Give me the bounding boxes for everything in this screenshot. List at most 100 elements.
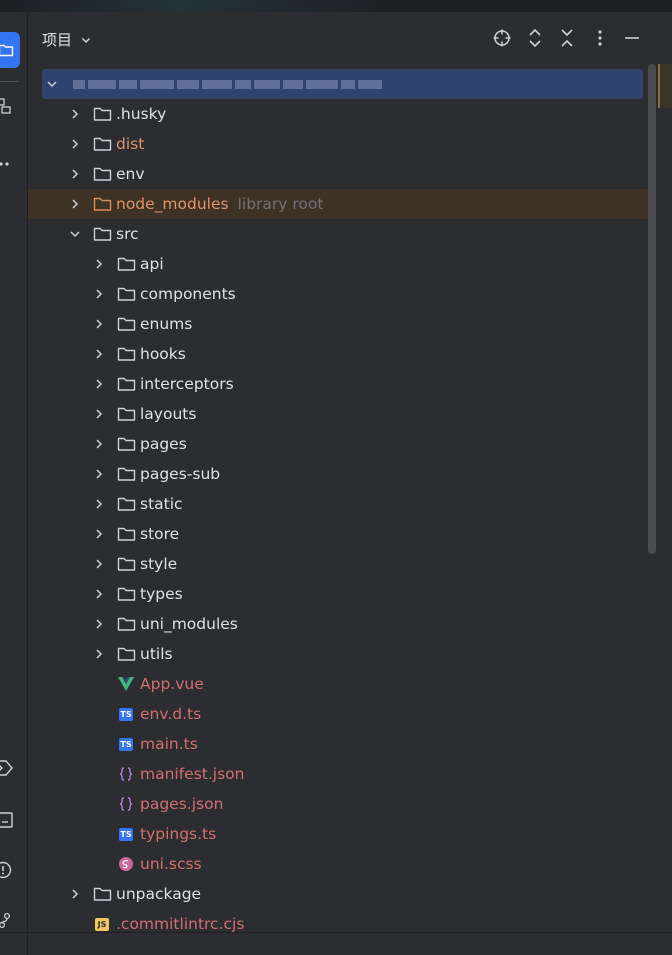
chevron-right-icon[interactable] bbox=[92, 257, 106, 271]
structure-icon[interactable] bbox=[0, 96, 14, 116]
hide-button[interactable] bbox=[620, 26, 644, 50]
chevron-right-icon[interactable] bbox=[68, 887, 82, 901]
tree-folder-row[interactable]: env bbox=[28, 159, 656, 189]
folder-icon bbox=[116, 345, 136, 363]
tree-file-row[interactable]: pages.json bbox=[28, 789, 656, 819]
folder-icon bbox=[116, 285, 136, 303]
tree-folder-row[interactable]: unpackage bbox=[28, 879, 656, 909]
folder-icon bbox=[116, 315, 136, 333]
view-selector[interactable]: 项目 bbox=[42, 29, 92, 50]
chevron-right-icon[interactable] bbox=[92, 317, 106, 331]
sass-file-icon bbox=[116, 855, 136, 873]
problems-icon[interactable] bbox=[0, 860, 14, 880]
chevron-right-icon[interactable] bbox=[68, 107, 82, 121]
chevron-right-icon[interactable] bbox=[92, 647, 106, 661]
tree-file-row[interactable]: App.vue bbox=[28, 669, 656, 699]
chevron-right-icon[interactable] bbox=[92, 287, 106, 301]
tree-folder-row[interactable]: style bbox=[28, 549, 656, 579]
no-chevron-spacer bbox=[92, 797, 116, 811]
tree-file-row[interactable]: manifest.json bbox=[28, 759, 656, 789]
tree-folder-row[interactable]: interceptors bbox=[28, 369, 656, 399]
library-root-hint: library root bbox=[237, 195, 324, 213]
tree-folder-row[interactable]: node_modules library root bbox=[28, 189, 656, 219]
window-top-strip-accent bbox=[0, 0, 400, 12]
vue-file-icon bbox=[116, 675, 136, 693]
tree-item-label: pages-sub bbox=[140, 465, 221, 483]
terminal-icon[interactable] bbox=[0, 810, 14, 830]
tree-folder-row[interactable]: store bbox=[28, 519, 656, 549]
tree-file-row[interactable]: JS .commitlintrc.cjs bbox=[28, 909, 656, 939]
no-chevron-spacer bbox=[92, 827, 116, 841]
tree-folder-row[interactable]: layouts bbox=[28, 399, 656, 429]
chevron-right-icon[interactable] bbox=[92, 527, 106, 541]
chevron-right-icon[interactable] bbox=[92, 377, 106, 391]
options-button[interactable] bbox=[588, 26, 612, 50]
folder-icon bbox=[92, 105, 112, 123]
tree-folder-row[interactable]: .husky bbox=[28, 99, 656, 129]
chevron-right-icon[interactable] bbox=[92, 407, 106, 421]
tree-item-label: types bbox=[140, 585, 183, 603]
scrollbar-thumb[interactable] bbox=[648, 64, 656, 554]
editor-edge-indicator bbox=[658, 64, 672, 108]
chevron-right-icon[interactable] bbox=[92, 347, 106, 361]
no-chevron-spacer bbox=[68, 917, 92, 931]
tree-folder-row[interactable]: utils bbox=[28, 639, 656, 669]
more-tools-icon[interactable] bbox=[0, 154, 14, 174]
tree-item-label: main.ts bbox=[140, 735, 198, 753]
chevron-right-icon[interactable] bbox=[68, 197, 82, 211]
tree-folder-row[interactable]: hooks bbox=[28, 339, 656, 369]
minimize-icon bbox=[625, 37, 639, 39]
tree-root-row[interactable] bbox=[42, 69, 643, 99]
tree-file-row[interactable]: TS main.ts bbox=[28, 729, 656, 759]
tree-folder-row[interactable]: pages bbox=[28, 429, 656, 459]
folder-icon bbox=[116, 585, 136, 603]
tree-folder-row[interactable]: uni_modules bbox=[28, 609, 656, 639]
folder-icon bbox=[116, 435, 136, 453]
tree-file-row[interactable]: TS env.d.ts bbox=[28, 699, 656, 729]
chevron-right-icon[interactable] bbox=[92, 557, 106, 571]
chevron-right-icon[interactable] bbox=[92, 437, 106, 451]
folder-icon bbox=[116, 465, 136, 483]
chevron-down-icon[interactable] bbox=[45, 77, 59, 91]
json-file-icon bbox=[116, 765, 136, 783]
folder-icon bbox=[92, 225, 112, 243]
tree-folder-row[interactable]: api bbox=[28, 249, 656, 279]
chevron-right-icon[interactable] bbox=[92, 617, 106, 631]
tree-file-row[interactable]: uni.scss bbox=[28, 849, 656, 879]
tree-folder-row[interactable]: src bbox=[28, 219, 656, 249]
folder-icon bbox=[92, 885, 112, 903]
git-icon[interactable] bbox=[0, 910, 14, 930]
chevron-right-icon[interactable] bbox=[92, 587, 106, 601]
collapse-all-button[interactable] bbox=[555, 26, 579, 50]
tree-folder-row[interactable]: enums bbox=[28, 309, 656, 339]
folder-icon bbox=[92, 135, 112, 153]
chevron-down-icon[interactable] bbox=[68, 227, 82, 241]
tree-folder-row[interactable]: static bbox=[28, 489, 656, 519]
tree-file-row[interactable]: TS typings.ts bbox=[28, 819, 656, 849]
tree-item-label: hooks bbox=[140, 345, 186, 363]
chevron-right-icon[interactable] bbox=[92, 497, 106, 511]
tree-folder-row[interactable]: pages-sub bbox=[28, 459, 656, 489]
json-file-icon bbox=[116, 795, 136, 813]
expand-all-button[interactable] bbox=[523, 26, 547, 50]
tree-item-label: env bbox=[116, 165, 145, 183]
services-icon[interactable] bbox=[0, 758, 14, 778]
no-chevron-spacer bbox=[92, 857, 116, 871]
folder-icon bbox=[0, 44, 14, 57]
folder-icon bbox=[116, 525, 136, 543]
folder-icon bbox=[116, 495, 136, 513]
tree-folder-row[interactable]: components bbox=[28, 279, 656, 309]
expand-collapse-icon bbox=[529, 28, 541, 48]
chevron-right-icon[interactable] bbox=[68, 167, 82, 181]
tree-item-label: layouts bbox=[140, 405, 197, 423]
locate-button[interactable] bbox=[490, 26, 514, 50]
project-tool-button[interactable] bbox=[0, 32, 20, 68]
tree-folder-row[interactable]: dist bbox=[28, 129, 656, 159]
folder-icon bbox=[92, 165, 112, 183]
chevron-right-icon[interactable] bbox=[68, 137, 82, 151]
tree-item-label: enums bbox=[140, 315, 193, 333]
chevron-right-icon[interactable] bbox=[92, 467, 106, 481]
bottom-divider bbox=[0, 932, 672, 933]
stripe-separator bbox=[0, 81, 18, 82]
tree-folder-row[interactable]: types bbox=[28, 579, 656, 609]
